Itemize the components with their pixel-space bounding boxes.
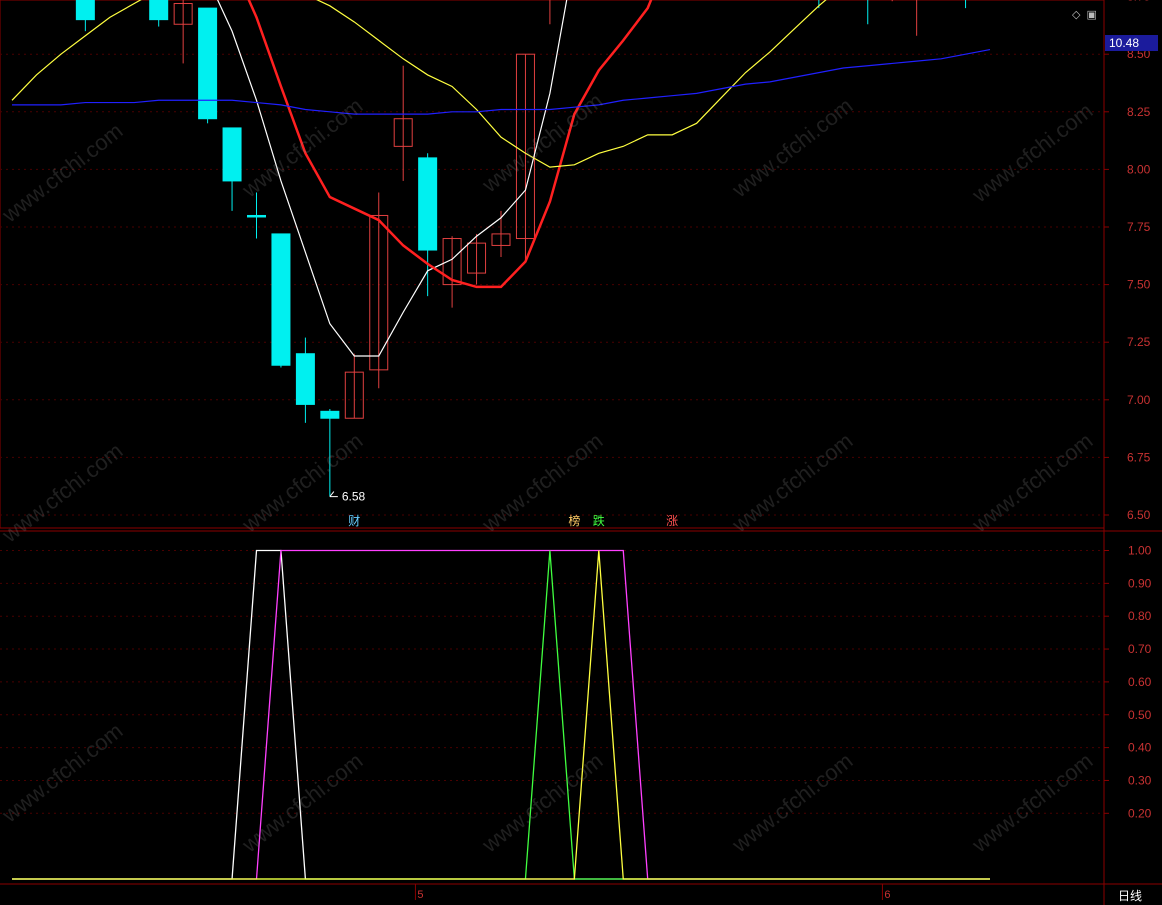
ytick-label: 0.20 [1128,806,1152,820]
ytick-label: 6.75 [1127,450,1151,464]
candle-body [149,0,169,21]
ytick-label: 7.75 [1127,220,1151,234]
diamond-icon[interactable]: ◇ [1072,8,1080,21]
event-marker: 榜 [568,513,580,528]
indicator-line [12,550,990,880]
stock-chart[interactable]: 10.2510.009.759.509.259.008.758.508.258.… [0,0,1162,905]
ytick-label: 8.00 [1127,162,1151,176]
candle-body [198,7,218,120]
ytick-label: 0.70 [1128,642,1152,656]
indicator-line [12,549,990,880]
indicator-line [12,549,990,880]
candle-body [222,127,242,182]
candle-body [75,0,95,21]
event-marker: 财 [348,514,360,528]
xtick-label: 5 [417,889,423,901]
event-marker: 涨 [666,513,678,528]
ytick-label: 1.00 [1128,544,1152,558]
candle-body [320,410,340,419]
ma-line [217,0,568,357]
ytick-label: 0.80 [1128,609,1152,623]
ytick-label: 0.40 [1128,741,1152,755]
min-arrow [329,491,338,498]
ytick-label: 0.90 [1128,576,1152,590]
indicator-line [12,550,990,880]
candle-body [418,157,438,251]
corner-toolbar: ◇ ▣ [1072,8,1103,21]
ytick-label: 0.50 [1128,708,1152,722]
panel-toggle-icon[interactable]: ▣ [1086,8,1096,21]
min-price-label: 6.58 [342,490,366,504]
ytick-label: 0.60 [1128,675,1152,689]
ytick-label: 8.75 [1127,0,1151,4]
xtick-label: 6 [884,889,890,901]
current-price-badge: 10.48 [1105,35,1158,51]
period-label[interactable]: 日线 [1118,887,1142,904]
ytick-label: 7.00 [1127,393,1151,407]
ytick-label: 0.30 [1128,773,1152,787]
ytick-label: 7.25 [1127,335,1151,349]
event-marker: 跌 [593,513,605,528]
candle-body [295,353,315,405]
ma-line [12,49,991,115]
ytick-label: 6.50 [1127,508,1151,522]
candle-body [271,233,291,366]
ytick-label: 7.50 [1127,278,1151,292]
ytick-label: 8.25 [1127,105,1151,119]
candle-body [247,214,266,218]
